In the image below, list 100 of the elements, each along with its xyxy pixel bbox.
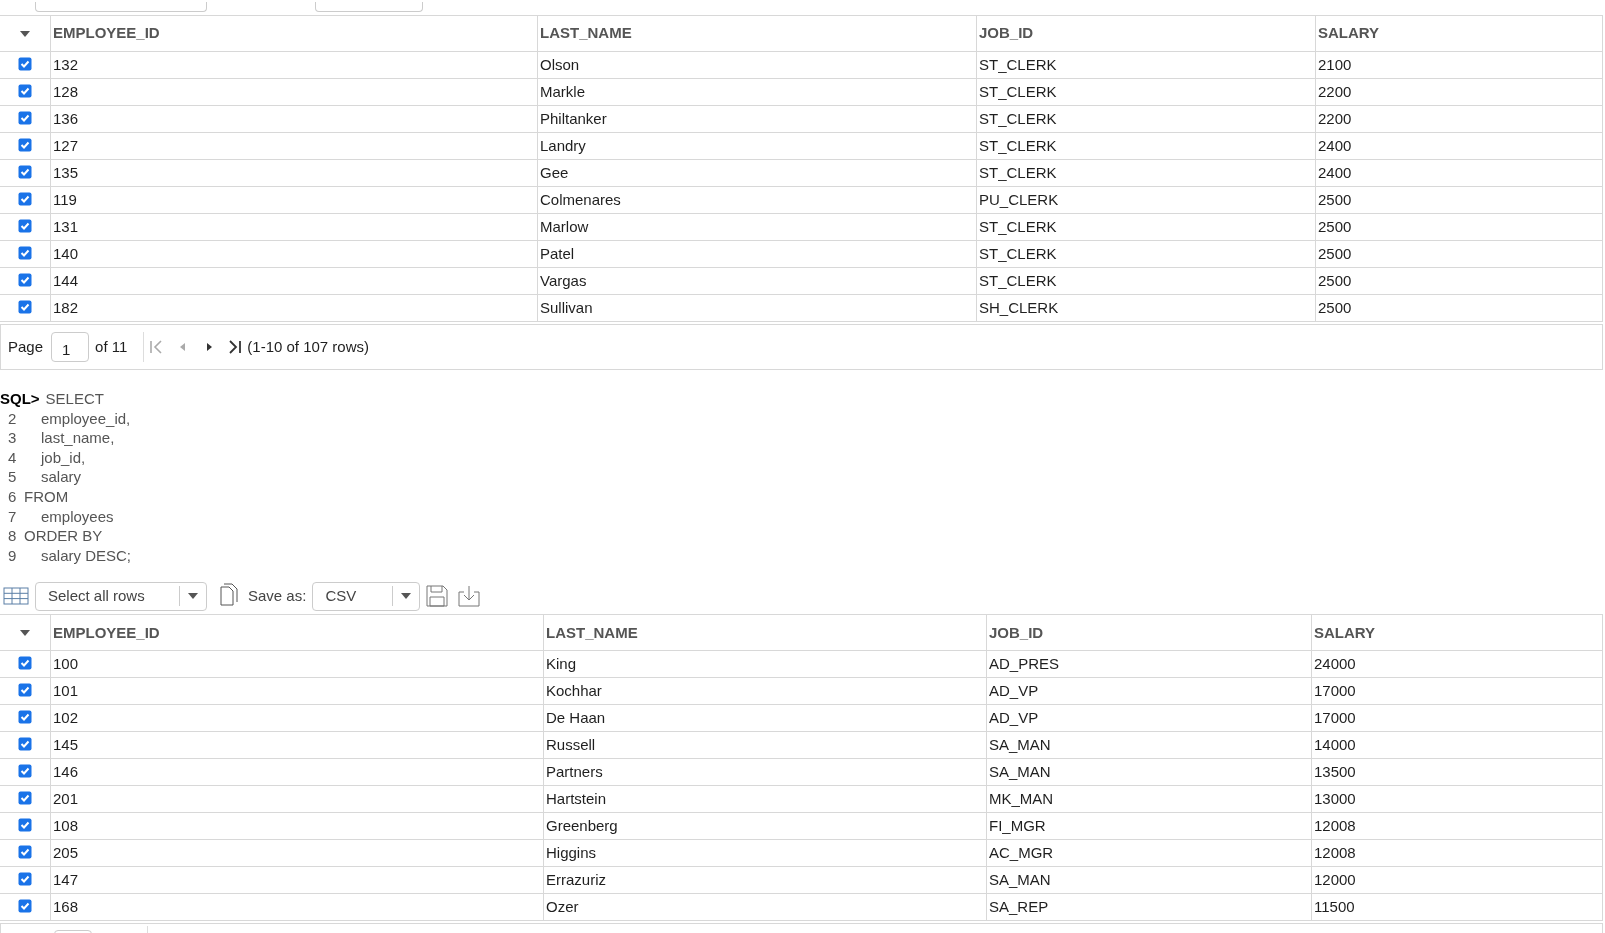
- line-number: 3: [8, 428, 18, 448]
- table-cell: Errazuriz: [544, 867, 987, 894]
- grid-icon[interactable]: [3, 587, 29, 606]
- page-input[interactable]: 1: [51, 332, 90, 362]
- table-cell: 182: [51, 295, 538, 321]
- table-cell: PU_CLERK: [977, 187, 1316, 213]
- table-cell: 127: [51, 133, 538, 159]
- checkbox[interactable]: [18, 164, 32, 179]
- checkbox[interactable]: [18, 709, 32, 724]
- checkbox[interactable]: [18, 871, 32, 886]
- line-number: 2: [8, 408, 18, 429]
- table-cell: ST_CLERK: [977, 214, 1316, 240]
- select-rows-dropdown[interactable]: Select all rows: [35, 581, 207, 611]
- table-cell: ST_CLERK: [977, 268, 1316, 294]
- checkbox[interactable]: [18, 817, 32, 832]
- save-icon[interactable]: [426, 585, 449, 608]
- table-cell: 17000: [1312, 705, 1603, 732]
- table-cell: ST_CLERK: [977, 133, 1316, 159]
- table-cell: 2500: [1316, 241, 1603, 267]
- format-dropdown[interactable]: CSV: [312, 581, 421, 611]
- table-cell: 2500: [1316, 214, 1603, 240]
- table-cell: 2500: [1316, 295, 1603, 321]
- line-number: 4: [8, 447, 18, 468]
- table-cell: Hartstein: [544, 786, 987, 813]
- column-header[interactable]: SALARY: [1316, 16, 1603, 51]
- sort-caret-icon[interactable]: [18, 627, 32, 638]
- table-cell: 168: [51, 894, 544, 921]
- table-cell: 2200: [1316, 106, 1603, 132]
- table-cell: 145: [51, 732, 544, 759]
- table-cell: Gee: [538, 160, 977, 186]
- table-cell: 2400: [1316, 160, 1603, 186]
- checkbox[interactable]: [18, 83, 32, 98]
- sql-line: SELECT: [45, 389, 104, 409]
- table-cell: Colmenares: [538, 187, 977, 213]
- table-cell: ST_CLERK: [977, 241, 1316, 267]
- column-header[interactable]: JOB_ID: [977, 16, 1316, 51]
- column-header[interactable]: EMPLOYEE_ID: [51, 615, 544, 651]
- table-cell: Kochhar: [544, 678, 987, 705]
- line-number: 7: [8, 506, 18, 527]
- checkbox[interactable]: [18, 736, 32, 751]
- table-cell: Philtanker: [538, 106, 977, 132]
- table-cell: 144: [51, 268, 538, 294]
- table-cell: AD_VP: [987, 705, 1312, 732]
- last-page-icon[interactable]: [227, 339, 244, 355]
- checkbox[interactable]: [18, 763, 32, 778]
- column-header[interactable]: JOB_ID: [987, 615, 1312, 651]
- sort-caret-icon[interactable]: [18, 28, 32, 39]
- table-cell: 12008: [1312, 813, 1603, 840]
- table-cell: 2200: [1316, 79, 1603, 105]
- table-cell: ST_CLERK: [977, 79, 1316, 105]
- table-cell: ST_CLERK: [977, 106, 1316, 132]
- sql-line: salary: [41, 467, 81, 487]
- sql-line: ORDER BY: [24, 526, 103, 546]
- column-header[interactable]: LAST_NAME: [538, 16, 977, 51]
- table-cell: 11500: [1312, 894, 1603, 921]
- table-cell: Landry: [538, 133, 977, 159]
- table-cell: 132: [51, 52, 538, 78]
- line-number: 5: [8, 467, 18, 487]
- checkbox[interactable]: [18, 110, 32, 125]
- column-header[interactable]: LAST_NAME: [544, 615, 987, 651]
- table-cell: Markle: [538, 79, 977, 105]
- table-cell: 119: [51, 187, 538, 213]
- checkbox[interactable]: [18, 245, 32, 260]
- checkbox[interactable]: [18, 655, 32, 670]
- table-cell: 2100: [1316, 52, 1603, 78]
- table-cell: Ozer: [544, 894, 987, 921]
- checkbox[interactable]: [18, 218, 32, 233]
- table-cell: MK_MAN: [987, 786, 1312, 813]
- table-cell: Patel: [538, 241, 977, 267]
- column-header[interactable]: EMPLOYEE_ID: [51, 16, 538, 51]
- table-cell: 205: [51, 840, 544, 867]
- checkbox[interactable]: [18, 56, 32, 71]
- table-cell: 24000: [1312, 651, 1603, 678]
- table-cell: 2500: [1316, 187, 1603, 213]
- checkbox[interactable]: [18, 272, 32, 287]
- sql-line: salary DESC;: [41, 545, 132, 566]
- checkbox[interactable]: [18, 682, 32, 697]
- checkbox[interactable]: [18, 844, 32, 859]
- table-cell: 101: [51, 678, 544, 705]
- checkbox[interactable]: [18, 299, 32, 314]
- table-cell: AD_VP: [987, 678, 1312, 705]
- checkbox[interactable]: [18, 191, 32, 206]
- checkbox[interactable]: [18, 898, 32, 913]
- table-cell: SA_MAN: [987, 759, 1312, 786]
- sql-line: employee_id,: [41, 408, 131, 429]
- table-cell: 140: [51, 241, 538, 267]
- row-range-text: (1-10 of 107 rows): [247, 336, 370, 357]
- download-icon[interactable]: [458, 585, 481, 608]
- table-cell: 102: [51, 705, 544, 732]
- table-cell: King: [544, 651, 987, 678]
- table-cell: Marlow: [538, 214, 977, 240]
- column-header[interactable]: SALARY: [1312, 615, 1603, 651]
- line-number: 9: [8, 545, 18, 566]
- table-cell: 13000: [1312, 786, 1603, 813]
- sql-line: last_name,: [41, 428, 115, 448]
- table-cell: 12008: [1312, 840, 1603, 867]
- table-cell: 2400: [1316, 133, 1603, 159]
- checkbox[interactable]: [18, 137, 32, 152]
- checkbox[interactable]: [18, 790, 32, 805]
- table-cell: SA_REP: [987, 894, 1312, 921]
